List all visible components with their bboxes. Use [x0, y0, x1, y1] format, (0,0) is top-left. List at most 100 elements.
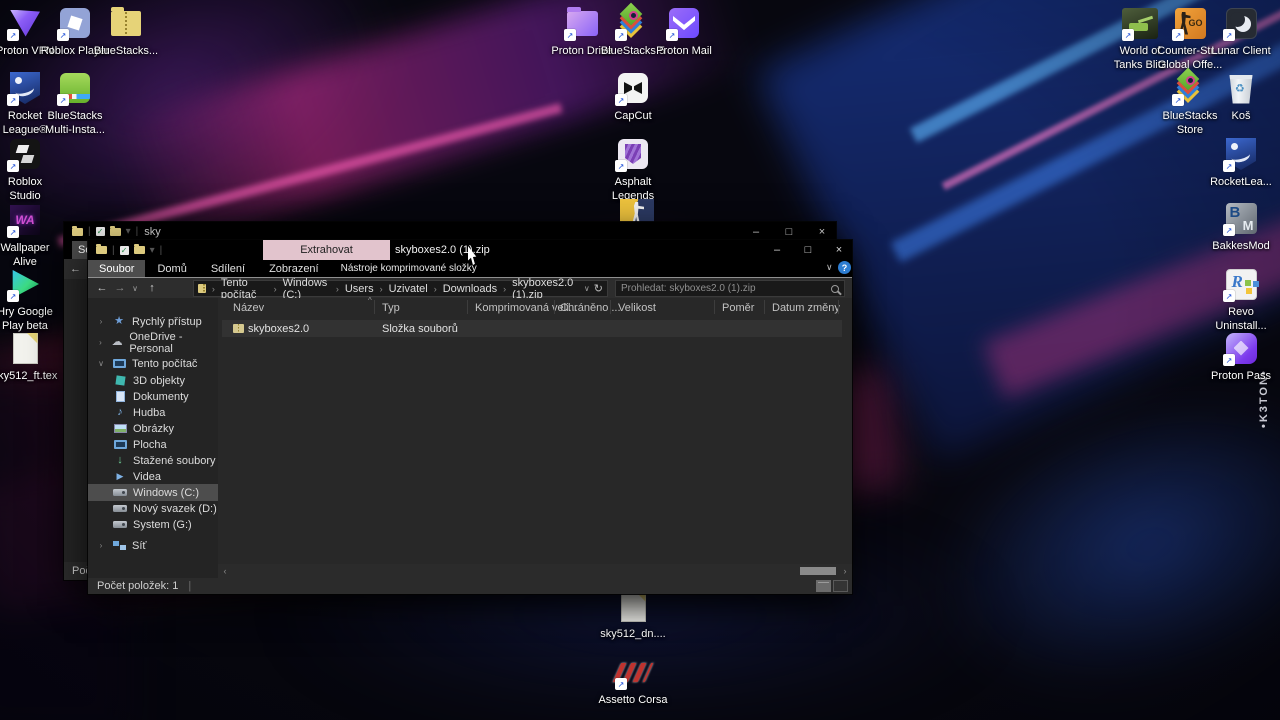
breadcrumb-downloads[interactable]: Downloads: [443, 283, 497, 295]
sidebar-item-stazene-soubory[interactable]: ↓ Stažené soubory: [88, 452, 218, 469]
sidebar-item-dokumenty[interactable]: Dokumenty: [88, 388, 218, 405]
downloads-icon: ↓: [117, 454, 123, 466]
desktop-icon-sky512-ft[interactable]: sky512_ft.tex: [0, 330, 61, 384]
scrollbar-thumb[interactable]: [800, 567, 836, 575]
file-row-skyboxes[interactable]: skyboxes2.0 Složka souborů: [222, 320, 842, 337]
address-bar[interactable]: › Tento počítač › Windows (C:) › Users ›…: [193, 277, 608, 301]
explorer-window[interactable]: | ▾ | Extrahovat skyboxes2.0 (1).zip – □…: [88, 240, 852, 594]
tab-zobrazeni[interactable]: Zobrazení: [257, 260, 331, 277]
new-folder-icon[interactable]: [109, 225, 121, 236]
bg-maximize-button[interactable]: □: [774, 222, 804, 241]
chevron-right-icon[interactable]: ›: [96, 338, 105, 347]
address-dropdown-icon[interactable]: ∨: [584, 284, 590, 293]
divider: |: [88, 226, 91, 237]
breadcrumb-uzivatel[interactable]: Uzivatel: [389, 283, 428, 295]
search-icon[interactable]: [831, 284, 839, 293]
bg-quick-access-toolbar[interactable]: | ▾ |: [64, 225, 138, 237]
sidebar-item-videa[interactable]: ▶ Videa: [88, 468, 218, 485]
desktop-icon-wallpaper-alive[interactable]: ↗ Wallpaper Alive: [0, 202, 61, 270]
chevron-down-icon[interactable]: ▾: [126, 226, 131, 237]
back-button[interactable]: ←: [94, 278, 110, 298]
sidebar-item-obrazky[interactable]: Obrázky: [88, 420, 218, 437]
desktop-icon-bakkesmod[interactable]: ↗ BakkesMod: [1205, 200, 1277, 254]
folder-icon[interactable]: [96, 244, 107, 254]
help-icon[interactable]: ?: [838, 261, 851, 274]
column-divider[interactable]: [374, 300, 375, 314]
column-divider[interactable]: [838, 300, 839, 314]
recent-locations-icon[interactable]: ∨: [129, 278, 141, 298]
desktop-icon-assetto-corsa[interactable]: ↗ Assetto Corsa: [597, 654, 669, 708]
breadcrumb-tento-pocitac[interactable]: Tento počítač: [221, 277, 268, 301]
desktop-icon-rocket-league-2[interactable]: ↗ RocketLea...: [1205, 136, 1277, 190]
tab-nastroje-komprimovane-slozky[interactable]: Nástroje komprimované složky: [331, 260, 487, 277]
desktop-icon-bluestacks-multi[interactable]: ↗ BlueStacks Multi-Insta...: [39, 70, 111, 138]
minimize-button[interactable]: –: [762, 240, 792, 260]
column-divider[interactable]: [764, 300, 765, 314]
sidebar-item-sit[interactable]: › Síť: [88, 537, 218, 554]
sidebar-item-system-g[interactable]: System (G:): [88, 516, 218, 533]
bg-minimize-button[interactable]: –: [741, 222, 771, 241]
sidebar-item-onedrive[interactable]: › ☁ OneDrive - Personal: [88, 331, 218, 355]
properties-icon[interactable]: [95, 227, 105, 236]
sidebar-item-rychly-pristup[interactable]: › ★ Rychlý přístup: [88, 313, 218, 330]
new-folder-icon[interactable]: [133, 244, 145, 254]
breadcrumb-windows-c[interactable]: Windows (C:): [283, 277, 330, 301]
extract-contextual-header[interactable]: Extrahovat: [263, 240, 390, 260]
tab-sdileni[interactable]: Sdílení: [199, 260, 257, 277]
scroll-left-icon[interactable]: ‹: [218, 566, 232, 576]
thumbnail-view-button[interactable]: [833, 580, 848, 592]
column-header-datum-zmeny[interactable]: Datum změny: [772, 300, 840, 316]
column-divider[interactable]: [467, 300, 468, 314]
breadcrumb-users[interactable]: Users: [345, 283, 374, 295]
close-button[interactable]: ×: [824, 240, 854, 260]
sidebar-item-windows-c[interactable]: Windows (C:): [88, 484, 218, 501]
search-input[interactable]: [621, 283, 831, 294]
column-header-pomer[interactable]: Poměr: [722, 300, 754, 316]
sidebar-item-tento-pocitac[interactable]: ∨ Tento počítač: [88, 355, 218, 372]
sidebar-item-novy-svazek-d[interactable]: Nový svazek (D:): [88, 500, 218, 517]
desktop-icon-proton-mail[interactable]: ↗ Proton Mail: [648, 5, 720, 59]
forward-button[interactable]: →: [112, 278, 128, 298]
up-button[interactable]: ↑: [144, 278, 160, 298]
chevron-right-icon[interactable]: ›: [96, 541, 106, 550]
ribbon-collapse-icon[interactable]: ∨: [826, 262, 833, 273]
column-header-velikost[interactable]: Velikost: [618, 300, 656, 316]
desktop-icon-revo-uninstaller[interactable]: ↗ Revo Uninstall...: [1205, 266, 1277, 334]
folder-icon[interactable]: [72, 225, 83, 236]
horizontal-scrollbar[interactable]: ‹ ›: [218, 564, 852, 578]
column-header-typ[interactable]: Typ: [382, 300, 400, 316]
sidebar-item-plocha[interactable]: Plocha: [88, 436, 218, 453]
maximize-button[interactable]: □: [793, 240, 823, 260]
column-divider[interactable]: [610, 300, 611, 314]
chevron-down-icon[interactable]: ▾: [150, 245, 155, 256]
bg-window-titlebar[interactable]: | ▾ | sky: [64, 222, 836, 241]
scroll-right-icon[interactable]: ›: [838, 566, 852, 576]
breadcrumb-zip[interactable]: skyboxes2.0 (1).zip: [512, 277, 580, 301]
chevron-down-icon[interactable]: ∨: [96, 359, 106, 368]
chevron-right-icon[interactable]: ›: [96, 317, 106, 326]
tab-soubor[interactable]: Soubor: [88, 260, 146, 277]
column-header-nazev[interactable]: Název: [233, 300, 264, 316]
sidebar-item-hudba[interactable]: ♪ Hudba: [88, 404, 218, 421]
properties-icon[interactable]: [119, 245, 129, 255]
desktop-icon-google-play-games[interactable]: ↗ Hry Google Play beta: [0, 266, 61, 334]
search-box[interactable]: [615, 280, 845, 297]
column-header-chraneno[interactable]: Chráněno ...: [560, 300, 621, 316]
desktop-icon-asphalt-legends[interactable]: ↗ Asphalt Legends: [597, 136, 669, 204]
desktop-icon-sky512-dn[interactable]: sky512_dn....: [597, 588, 669, 642]
refresh-icon[interactable]: ↻: [594, 282, 603, 295]
column-divider[interactable]: [714, 300, 715, 314]
details-view-button[interactable]: [816, 580, 831, 592]
desktop-icon-recycle-bin[interactable]: Koš: [1205, 70, 1277, 124]
desktop-icon-lunar-client[interactable]: ↗ Lunar Client: [1205, 5, 1277, 59]
bg-back-button[interactable]: ←: [64, 263, 81, 275]
desktop-icon-proton-pass[interactable]: ↗ Proton Pass: [1205, 330, 1277, 384]
desktop-icon-capcut[interactable]: ↗ CapCut: [597, 70, 669, 124]
bg-close-button[interactable]: ×: [807, 222, 837, 241]
desktop-icon-roblox-studio[interactable]: ↗ Roblox Studio: [0, 136, 61, 204]
tab-domu[interactable]: Domů: [145, 260, 198, 277]
quick-access-toolbar[interactable]: | ▾ |: [88, 244, 162, 256]
desktop-icon-bluestacks-zip[interactable]: BlueStacks...: [90, 5, 162, 59]
column-divider[interactable]: [554, 300, 555, 314]
sidebar-item-3d-objekty[interactable]: 3D objekty: [88, 372, 218, 389]
